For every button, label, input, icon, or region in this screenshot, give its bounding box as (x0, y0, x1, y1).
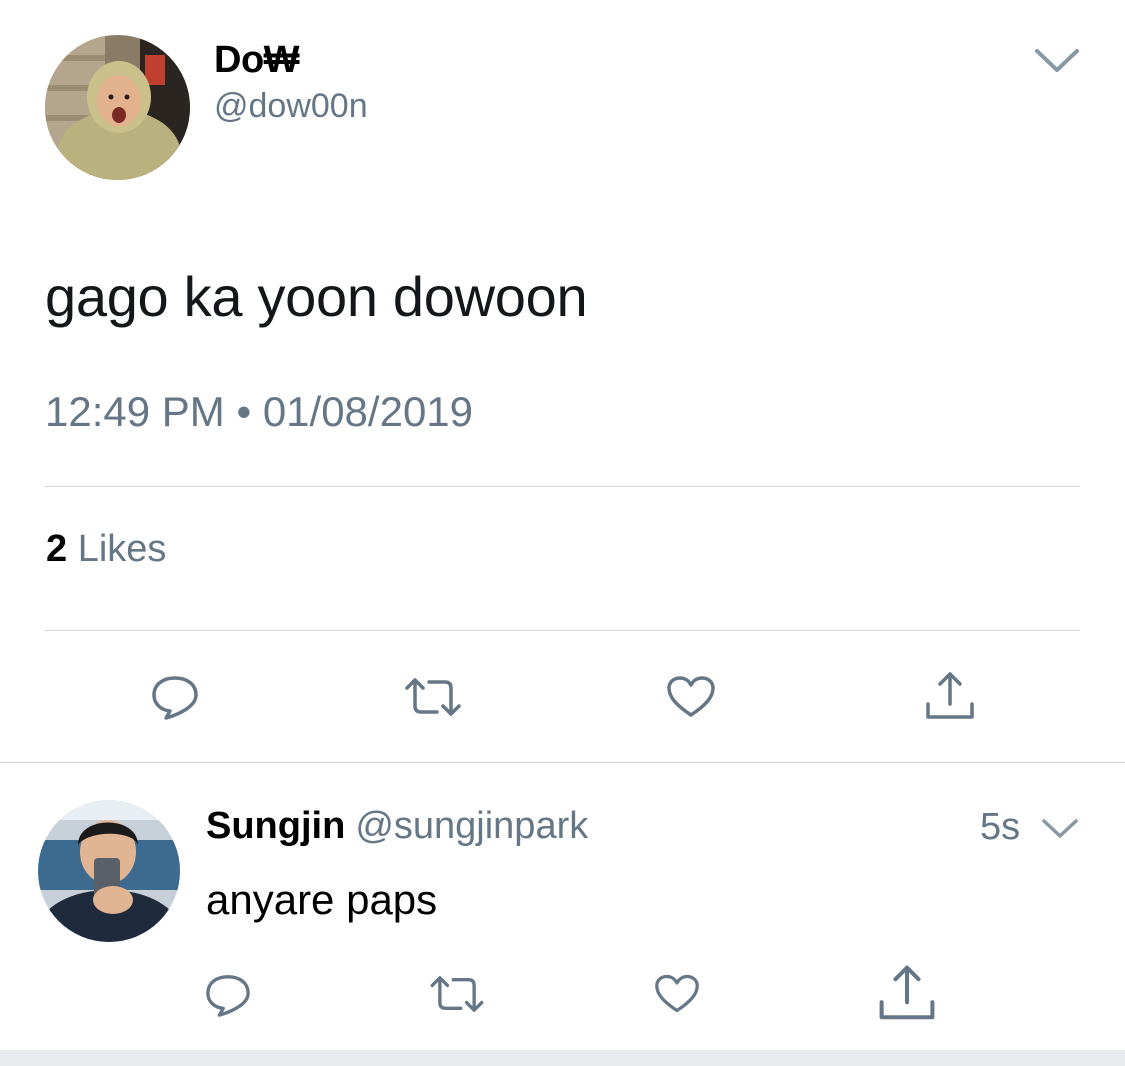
section-divider (0, 762, 1125, 763)
likes-label: Likes (77, 528, 167, 570)
tweet-timestamp: 12:49 PM • 01/08/2019 (45, 388, 474, 435)
reply-text: anyare paps (206, 876, 438, 923)
heart-icon[interactable] (666, 675, 716, 719)
reply-time: 5s (980, 806, 1021, 848)
retweet-icon[interactable] (403, 676, 463, 718)
retweet-icon[interactable] (428, 974, 486, 1014)
avatar-photo (45, 35, 190, 180)
likes-number: 2 (46, 528, 68, 570)
author-name[interactable]: Do₩ (214, 38, 300, 82)
author-handle[interactable]: @dow00n (214, 86, 368, 126)
bottom-separator (0, 1050, 1125, 1066)
reply-author-handle[interactable]: @sungjinpark (355, 805, 588, 847)
tweet-text: gago ka yoon dowoon (45, 265, 588, 328)
author-avatar[interactable] (45, 35, 190, 180)
heart-icon[interactable] (654, 973, 700, 1015)
reply-icon[interactable] (150, 673, 200, 721)
chevron-down-icon[interactable] (1040, 815, 1080, 841)
share-icon[interactable] (876, 963, 938, 1023)
reply-header: Sungjin @sungjinpark (206, 803, 588, 849)
share-icon[interactable] (924, 670, 976, 722)
reply-icon[interactable] (204, 972, 252, 1018)
reply-author-avatar[interactable] (38, 800, 180, 942)
chevron-down-icon[interactable] (1032, 44, 1082, 76)
avatar-photo (38, 800, 180, 942)
reply-author-name[interactable]: Sungjin (206, 805, 345, 847)
divider (45, 630, 1080, 631)
likes-count[interactable]: 2 Likes (46, 527, 166, 571)
divider (45, 486, 1080, 487)
